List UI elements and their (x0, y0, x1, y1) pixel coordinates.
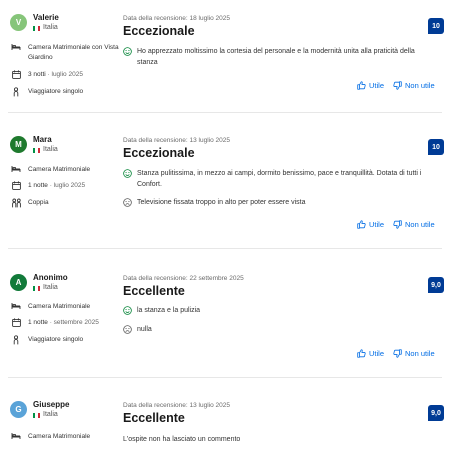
negative-comment: nulla (123, 325, 423, 336)
happy-face-icon (123, 169, 132, 178)
reviewer-country: Italia (33, 410, 69, 420)
reviewer-name: Mara (33, 135, 52, 144)
review-date: Data della recensione: 22 settembre 2025 (123, 275, 244, 282)
person-icon (10, 335, 22, 345)
stay-period: luglio 2025 (51, 71, 83, 78)
bed-icon (10, 302, 22, 310)
reviewer-info: G Giuseppe Italia Camera Matrimoniale (10, 400, 118, 440)
positive-comment: Stanza pulitissima, in mezzo ai campi, d… (123, 169, 423, 190)
bed-icon (10, 432, 22, 440)
no-comment-text: L'ospite non ha lasciato un commento (123, 436, 241, 443)
score-badge: 9,0 (428, 405, 444, 421)
italy-flag-icon (33, 147, 40, 153)
thumbs-down-icon (393, 349, 402, 358)
nights: 1 notte (28, 182, 48, 189)
positive-comment: Ho apprezzato moltissimo la cortesia del… (123, 47, 423, 68)
score-badge: 9,0 (428, 277, 444, 293)
review-title: Eccezionale (123, 146, 195, 160)
stay-info: 1 notte · luglio 2025 (10, 181, 120, 191)
review-actions: Utile Non utile (357, 349, 435, 358)
positive-comment: la stanza e la pulizia (123, 306, 423, 317)
review-content: Data della recensione: 13 luglio 2025 Ec… (123, 136, 423, 207)
reviewer-country: Italia (33, 283, 68, 293)
reviewer-info: M Mara Italia Camera Matrimoniale 1 nott… (10, 135, 118, 208)
review-title: Eccellente (123, 411, 185, 425)
score-badge: 10 (428, 18, 444, 34)
helpful-button[interactable]: Utile (357, 81, 384, 90)
not-helpful-button[interactable]: Non utile (393, 220, 435, 229)
calendar-icon (10, 70, 22, 79)
italy-flag-icon (33, 412, 40, 418)
not-helpful-button[interactable]: Non utile (393, 81, 435, 90)
traveler-type: Coppia (10, 198, 120, 208)
calendar-icon (10, 318, 22, 327)
bed-icon (10, 43, 22, 51)
negative-comment: Televisione fissata troppo in alto per p… (123, 198, 423, 209)
thumbs-up-icon (357, 81, 366, 90)
review-actions: Utile Non utile (357, 220, 435, 229)
room-type: Camera Matrimoniale (10, 432, 120, 442)
divider (8, 248, 442, 249)
room-type: Camera Matrimoniale (10, 302, 120, 312)
review-date: Data della recensione: 13 luglio 2025 (123, 137, 230, 144)
review-content: Data della recensione: 22 settembre 2025… (123, 274, 423, 334)
divider (8, 377, 442, 378)
helpful-button[interactable]: Utile (357, 220, 384, 229)
italy-flag-icon (33, 25, 40, 31)
reviewer-name: Anonimo (33, 273, 68, 282)
happy-face-icon (123, 47, 132, 56)
calendar-icon (10, 181, 22, 190)
traveler-type: Viaggiatore singolo (10, 335, 120, 345)
sad-face-icon (123, 198, 132, 207)
sad-face-icon (123, 325, 132, 334)
thumbs-up-icon (357, 220, 366, 229)
score-badge: 10 (428, 139, 444, 155)
avatar: A (10, 274, 27, 291)
review-content: Data della recensione: 13 luglio 2025 Ec… (123, 401, 423, 443)
happy-face-icon (123, 306, 132, 315)
italy-flag-icon (33, 285, 40, 291)
avatar: G (10, 401, 27, 418)
not-helpful-button[interactable]: Non utile (393, 349, 435, 358)
reviewer-info: V Valerie Italia Camera Matrimoniale con… (10, 13, 119, 97)
helpful-button[interactable]: Utile (357, 349, 384, 358)
thumbs-down-icon (393, 220, 402, 229)
review-date: Data della recensione: 13 luglio 2025 (123, 402, 230, 409)
review-title: Eccezionale (123, 24, 195, 38)
room-type: Camera Matrimoniale (10, 165, 120, 175)
person-icon (10, 87, 22, 97)
avatar: M (10, 136, 27, 153)
stay-info: 1 notte · settembre 2025 (10, 318, 120, 328)
divider (8, 112, 442, 113)
review-date: Data della recensione: 18 luglio 2025 (123, 15, 230, 22)
stay-period: settembre 2025 (53, 319, 99, 326)
couple-icon (10, 198, 22, 208)
avatar: V (10, 14, 27, 31)
reviewer-country: Italia (33, 145, 58, 155)
reviewer-name: Valerie (33, 13, 59, 22)
reviewer-name: Giuseppe (33, 400, 70, 409)
room-type: Camera Matrimoniale con Vista Giardino (10, 43, 120, 63)
review-content: Data della recensione: 18 luglio 2025 Ec… (123, 14, 423, 66)
review-actions: Utile Non utile (357, 81, 435, 90)
reviewer-info: A Anonimo Italia Camera Matrimoniale 1 n… (10, 273, 118, 345)
nights: 3 notti (28, 71, 46, 78)
bed-icon (10, 165, 22, 173)
traveler-type: Viaggiatore singolo (10, 87, 120, 97)
thumbs-up-icon (357, 349, 366, 358)
review-title: Eccellente (123, 284, 185, 298)
stay-period: luglio 2025 (53, 182, 86, 189)
thumbs-down-icon (393, 81, 402, 90)
reviewer-country: Italia (33, 23, 59, 33)
nights: 1 notte (28, 319, 48, 326)
stay-info: 3 notti · luglio 2025 (10, 70, 120, 80)
